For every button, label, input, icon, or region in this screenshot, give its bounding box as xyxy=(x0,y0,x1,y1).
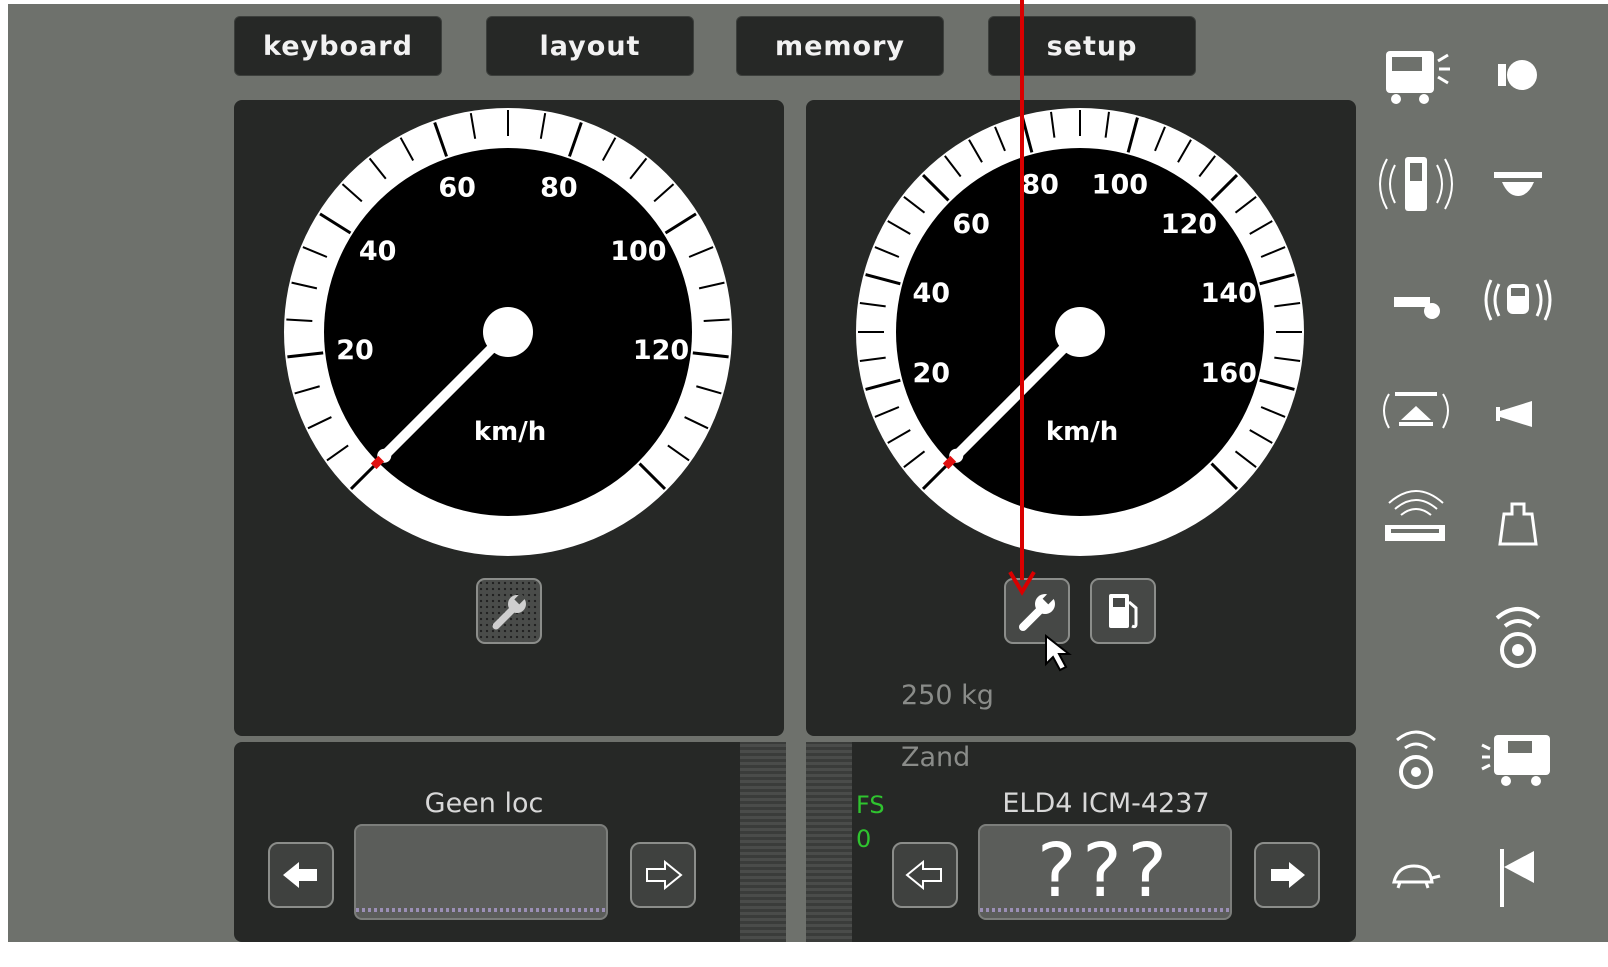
wheel-brake-sound-button[interactable] xyxy=(1370,716,1462,796)
keyboard-tab[interactable]: keyboard xyxy=(234,16,442,76)
left-gauge-label: 40 xyxy=(359,236,397,267)
left-wrench-button[interactable] xyxy=(476,578,542,644)
right-gauge-label: 160 xyxy=(1201,358,1257,389)
signal-radio-icon xyxy=(1379,157,1453,211)
right-gauge-label: 100 xyxy=(1092,169,1148,200)
weight-label: 250 kg xyxy=(901,680,994,711)
left-gauge-hub xyxy=(483,307,533,357)
left-direction-right-button[interactable] xyxy=(630,842,696,908)
left-gauge-needle-tip xyxy=(370,455,385,470)
ceiling-light-button[interactable] xyxy=(1472,144,1564,224)
left-gauge-label: 80 xyxy=(540,173,578,204)
right-wrench-button[interactable] xyxy=(1004,578,1070,644)
shunting-turtle-icon xyxy=(1392,864,1441,889)
left-speedometer: 20 40 60 80 100 120 km/h xyxy=(284,108,732,556)
cab-light-icon xyxy=(1386,51,1450,104)
left-loco-name: Geen loc xyxy=(424,788,544,819)
coupler-sound-icon xyxy=(1383,392,1449,429)
weight-button[interactable] xyxy=(1472,484,1564,564)
loco-side-button[interactable] xyxy=(1472,716,1564,796)
right-speedometer: 20 40 60 80 100 120 140 160 km/h xyxy=(856,108,1304,556)
left-speed-slider[interactable] xyxy=(740,742,786,942)
arrow-right-outline-icon xyxy=(646,860,683,890)
right-speed-display: ??? xyxy=(978,824,1232,920)
right-speed-slider[interactable] xyxy=(806,742,852,942)
radio-loco-button[interactable] xyxy=(1472,260,1564,340)
right-controller-panel: Zand FS 0 ELD4 ICM-4237 ??? xyxy=(806,742,1356,942)
fuel-button[interactable] xyxy=(1090,578,1156,644)
right-gauge-label: 60 xyxy=(952,209,990,240)
whistle-icon xyxy=(1394,297,1440,319)
cab-light-button[interactable] xyxy=(1370,34,1462,114)
whistle-button[interactable] xyxy=(1370,264,1462,344)
shunting-mode-button[interactable] xyxy=(1370,836,1462,916)
left-gauge-unit: km/h xyxy=(474,417,546,447)
arrow-left-filled-icon xyxy=(283,862,317,888)
right-speed-display-value: ??? xyxy=(1037,828,1173,914)
signal-radio-button[interactable] xyxy=(1370,144,1462,224)
left-gauge-label: 120 xyxy=(633,335,689,366)
setup-tab[interactable]: setup xyxy=(988,16,1196,76)
left-controller-panel: Geen loc xyxy=(234,742,786,942)
arrow-left-outline-icon xyxy=(905,860,942,890)
right-gauge-label: 120 xyxy=(1161,209,1217,240)
right-gauge-hub xyxy=(1055,307,1105,357)
fs-label: FS xyxy=(856,791,885,819)
ceiling-light-icon xyxy=(1494,172,1542,196)
station-announce-button[interactable] xyxy=(1370,480,1462,560)
headlight-icon xyxy=(1498,60,1537,90)
weight-icon xyxy=(1498,502,1538,546)
flag-button[interactable] xyxy=(1472,836,1564,916)
fuel-pump-icon xyxy=(1109,594,1138,629)
left-gauge-label: 60 xyxy=(438,173,476,204)
right-direction-right-button[interactable] xyxy=(1254,842,1320,908)
wheel-sound-icon xyxy=(1495,607,1541,668)
right-gauge-label: 80 xyxy=(1021,169,1059,200)
left-gauge-label: 20 xyxy=(336,335,374,366)
radio-loco-icon xyxy=(1484,279,1552,321)
right-gauge-label: 20 xyxy=(912,358,950,389)
horn-icon xyxy=(1496,401,1532,427)
left-speed-display xyxy=(354,824,608,920)
loco-side-icon xyxy=(1481,735,1550,786)
station-announce-icon xyxy=(1385,490,1445,541)
wrench-icon xyxy=(1019,591,1056,631)
wrench-icon xyxy=(492,593,526,630)
right-gauge-unit: km/h xyxy=(1046,417,1118,447)
right-speedometer-panel: 20 40 60 80 100 120 140 160 km/h 250 kg xyxy=(806,100,1356,736)
sand-label: Zand xyxy=(901,742,971,773)
coupler-sound-button[interactable] xyxy=(1370,370,1462,450)
arrow-right-filled-icon xyxy=(1271,862,1305,888)
right-loco-name: ELD4 ICM-4237 xyxy=(1002,788,1210,819)
right-gauge-label: 140 xyxy=(1201,278,1257,309)
memory-tab[interactable]: memory xyxy=(736,16,944,76)
controller-screen: keyboard layout memory setup 20 40 60 80 100… xyxy=(8,4,1608,942)
left-speedometer-panel: 20 40 60 80 100 120 km/h xyxy=(234,100,784,736)
headlight-button[interactable] xyxy=(1472,34,1564,114)
horn-button[interactable] xyxy=(1472,374,1564,454)
left-direction-left-button[interactable] xyxy=(268,842,334,908)
left-gauge-label: 100 xyxy=(610,236,666,267)
layout-tab[interactable]: layout xyxy=(486,16,694,76)
right-gauge-needle-tip xyxy=(942,455,957,470)
wheel-brake-sound-icon xyxy=(1396,730,1436,789)
wheel-sound-button[interactable] xyxy=(1472,594,1564,674)
fs-value: 0 xyxy=(856,825,872,853)
right-direction-left-button[interactable] xyxy=(892,842,958,908)
right-gauge-label: 40 xyxy=(912,278,950,309)
flag-icon xyxy=(1500,849,1534,907)
